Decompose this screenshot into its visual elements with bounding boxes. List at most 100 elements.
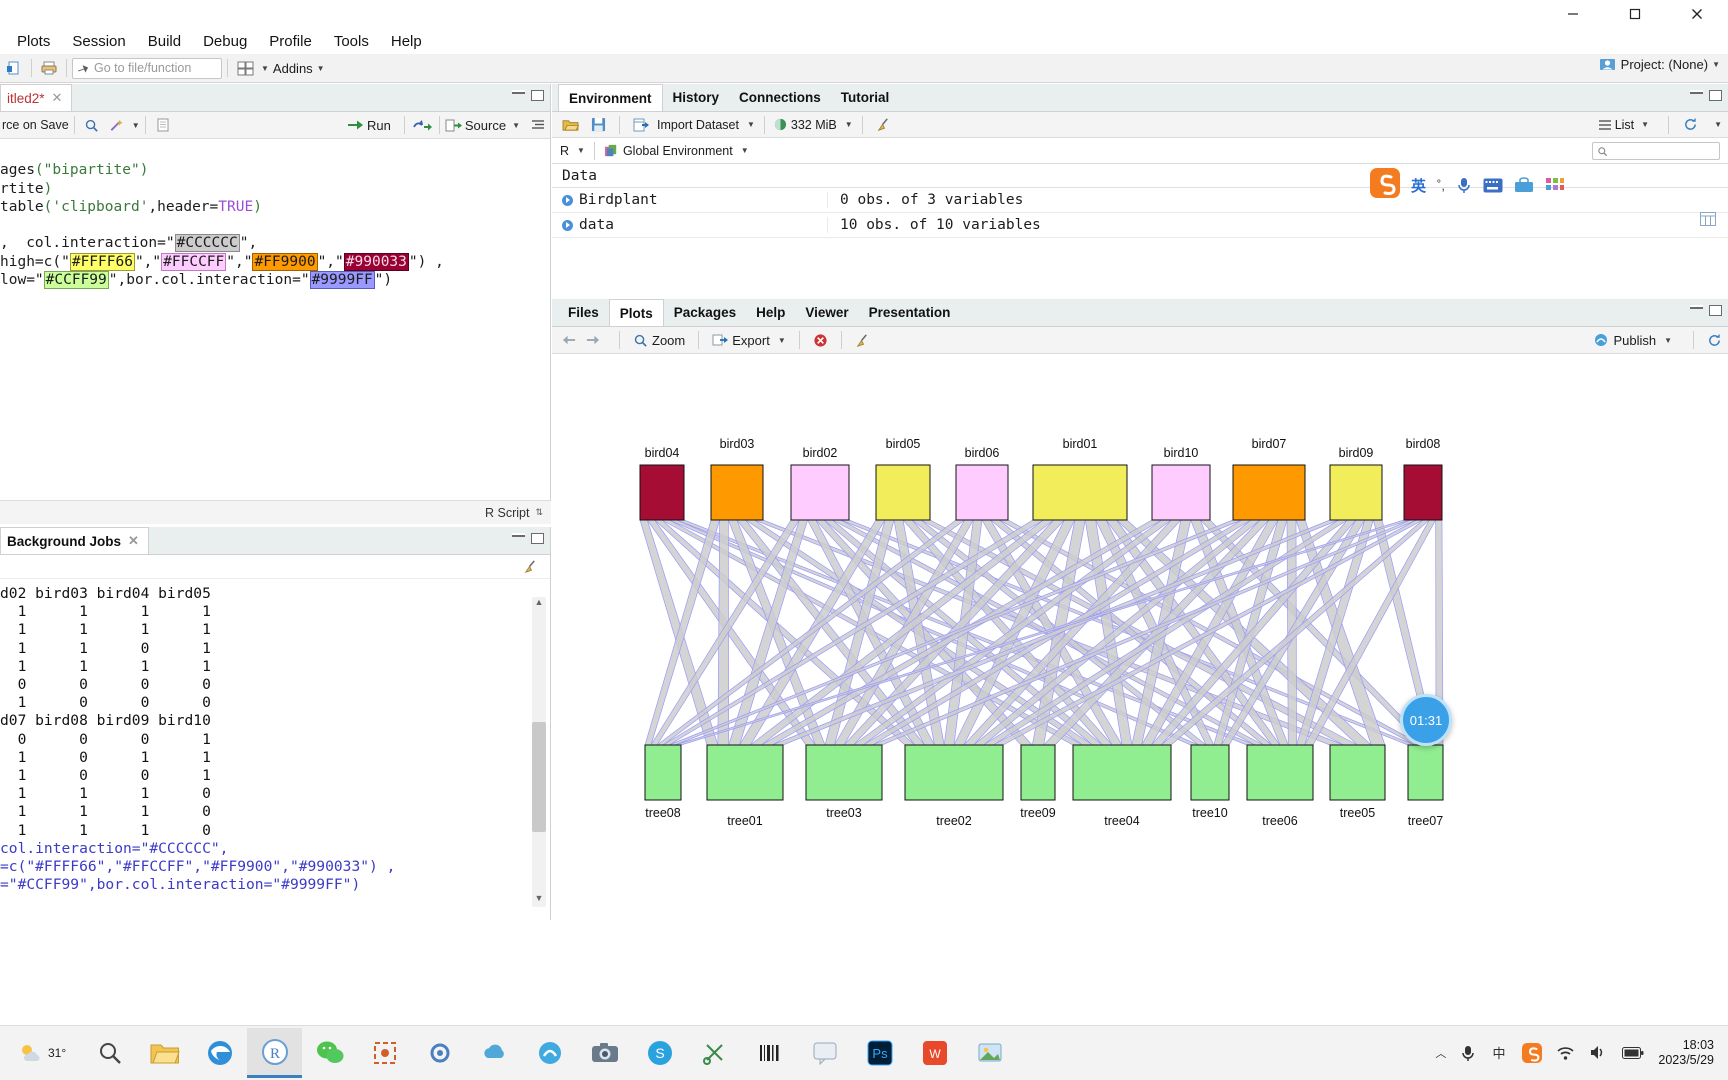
menu-item-debug[interactable]: Debug (192, 31, 258, 52)
tab-presentation[interactable]: Presentation (859, 299, 961, 326)
memory-usage-label[interactable]: 332 MiB (791, 118, 837, 132)
close-icon[interactable]: ✕ (128, 533, 139, 549)
source-button[interactable]: Source (445, 118, 506, 133)
tab-environment[interactable]: Environment (558, 84, 663, 111)
tab-tutorial[interactable]: Tutorial (831, 84, 900, 111)
sogou-tray-icon[interactable] (1522, 1042, 1543, 1063)
language-label[interactable]: R (560, 144, 569, 158)
view-dataframe-icon[interactable] (1700, 212, 1716, 230)
scroll-down-icon[interactable]: ▼ (532, 893, 546, 907)
keyboard-icon[interactable] (1483, 178, 1503, 193)
wifi-icon[interactable] (1556, 1045, 1575, 1061)
rerun-icon[interactable] (410, 114, 434, 136)
minimize-pane-icon[interactable] (1690, 305, 1703, 309)
pane-layout-caret-icon[interactable]: ▼ (261, 64, 269, 73)
publish-caret-icon[interactable]: ▼ (1664, 336, 1672, 345)
tray-expand-icon[interactable]: ︿ (1435, 1045, 1446, 1061)
taskbar-wps-button[interactable]: W (907, 1028, 962, 1078)
volume-icon[interactable] (1589, 1044, 1608, 1061)
menu-item-help[interactable]: Help (380, 31, 433, 52)
source-caret-icon[interactable]: ▼ (512, 121, 520, 130)
refresh-plot-icon[interactable] (1707, 333, 1722, 348)
taskbar-app9-button[interactable] (522, 1028, 577, 1078)
search-icon[interactable] (80, 114, 104, 136)
taskbar-wechat-button[interactable] (302, 1028, 357, 1078)
close-button[interactable] (1666, 0, 1728, 28)
taskbar-search-button[interactable] (82, 1028, 137, 1078)
environment-search-input[interactable] (1592, 142, 1720, 160)
minimize-pane-icon[interactable] (512, 533, 525, 537)
run-button[interactable]: Run (347, 118, 391, 133)
refresh-icon[interactable] (1678, 114, 1702, 136)
minimize-pane-icon[interactable] (1690, 90, 1703, 94)
clear-plots-broom-icon[interactable] (855, 333, 870, 348)
environment-object-name-cell[interactable]: Birdplant (552, 192, 827, 208)
tab-files[interactable]: Files (558, 299, 609, 326)
menu-item-profile[interactable]: Profile (258, 31, 323, 52)
magic-wand-caret-icon[interactable]: ▼ (132, 121, 140, 130)
taskbar-barcode-button[interactable] (742, 1028, 797, 1078)
expand-icon[interactable] (562, 194, 573, 206)
project-selector[interactable]: Project: (None) ▼ (1599, 56, 1720, 72)
project-caret-icon[interactable]: ▼ (1712, 60, 1720, 69)
export-caret-icon[interactable]: ▼ (778, 336, 786, 345)
maximize-pane-icon[interactable] (531, 533, 544, 544)
zoom-button[interactable]: Zoom (633, 333, 685, 348)
open-folder-icon[interactable] (558, 114, 582, 136)
apps-grid-icon[interactable] (1545, 176, 1565, 194)
new-file-icon[interactable] (2, 57, 26, 79)
taskbar-clock[interactable]: 18:03 2023/5/29 (1658, 1038, 1714, 1068)
tab-packages[interactable]: Packages (664, 299, 746, 326)
script-type-label[interactable]: R Script (485, 506, 529, 520)
battery-icon[interactable] (1622, 1046, 1644, 1060)
goto-file-function-input[interactable]: Go to file/function (72, 57, 222, 79)
tab-history[interactable]: History (663, 84, 730, 111)
remove-plot-icon[interactable] (813, 333, 828, 348)
taskbar-snipping-tool-button[interactable] (357, 1028, 412, 1078)
tab-viewer[interactable]: Viewer (795, 299, 858, 326)
source-tab-untitled2[interactable]: itled2* ✕ (0, 84, 73, 111)
tab-background-jobs[interactable]: Background Jobs ✕ (0, 527, 149, 554)
import-dataset-label[interactable]: Import Dataset (657, 118, 739, 132)
console-output[interactable]: d02 bird03 bird04 bird05 1 1 1 1 1 1 1 1… (0, 579, 550, 894)
magic-wand-icon[interactable] (104, 114, 128, 136)
maximize-pane-icon[interactable] (1709, 90, 1722, 101)
script-type-caret-icon[interactable]: ⇅ (535, 507, 543, 518)
import-dataset-caret-icon[interactable]: ▼ (747, 120, 755, 129)
source-code-content[interactable]: ages("bipartite") rtite) table('clipboar… (0, 139, 550, 308)
taskbar-app12-button[interactable] (687, 1028, 742, 1078)
microphone-icon[interactable] (1456, 176, 1472, 194)
list-caret-icon[interactable]: ▼ (1641, 120, 1649, 129)
sogou-logo-icon[interactable] (1370, 168, 1400, 202)
menu-item-plots[interactable]: Plots (6, 31, 61, 52)
taskbar-rstudio-button[interactable]: R (247, 1028, 303, 1078)
maximize-pane-icon[interactable] (531, 90, 544, 101)
save-icon[interactable] (586, 114, 610, 136)
ime-language-label[interactable]: 英 (1411, 175, 1426, 196)
tab-help[interactable]: Help (746, 299, 795, 326)
forward-arrow-icon[interactable] (585, 333, 600, 347)
ime-tray-icon[interactable]: 中 (1490, 1044, 1508, 1062)
taskbar-skype-button[interactable]: S (632, 1028, 687, 1078)
toolbox-icon[interactable] (1514, 176, 1534, 194)
taskbar-file-explorer-button[interactable] (137, 1028, 192, 1078)
scrollbar-thumb[interactable] (532, 722, 546, 832)
taskbar-photoshop-button[interactable]: Ps (852, 1028, 907, 1078)
minimize-button[interactable] (1542, 0, 1604, 28)
source-on-save-label[interactable]: rce on Save (2, 118, 69, 132)
pane-layout-icon[interactable] (233, 57, 257, 79)
menu-item-session[interactable]: Session (61, 31, 136, 52)
menu-item-build[interactable]: Build (137, 31, 192, 52)
taskbar-photos-button[interactable] (962, 1028, 1017, 1078)
environment-object-name-cell[interactable]: data (552, 217, 827, 233)
tab-plots[interactable]: Plots (608, 299, 664, 326)
scope-caret-icon[interactable]: ▼ (741, 146, 749, 155)
bipartite-plot-canvas[interactable]: bird04 bird03 bird02 bird05 bird06 bird01 bird… (552, 355, 1728, 910)
weather-widget[interactable]: 31° (18, 1041, 66, 1065)
close-icon[interactable]: ✕ (52, 90, 63, 106)
broom-icon[interactable] (523, 559, 538, 578)
taskbar-app8-button[interactable] (467, 1028, 522, 1078)
document-outline-icon[interactable] (151, 114, 175, 136)
outline-toggle-icon[interactable] (526, 114, 550, 136)
taskbar-edge-button[interactable] (192, 1028, 247, 1078)
